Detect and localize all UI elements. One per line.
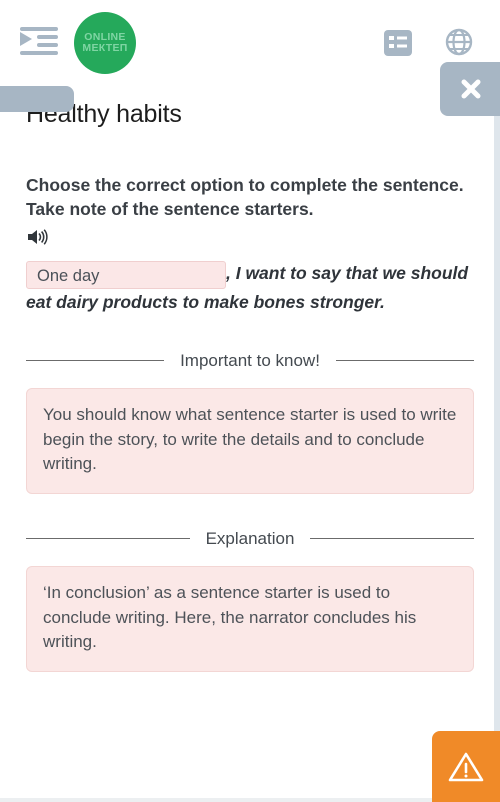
bottom-edge-strip (0, 798, 500, 802)
question-prompt: Choose the correct option to complete th… (26, 175, 464, 220)
speaker-icon[interactable] (26, 227, 48, 252)
onlinemektep-logo[interactable]: ONLINE МЕКТЕП (74, 12, 136, 74)
menu-bar (20, 27, 58, 31)
section-title: Explanation (205, 528, 295, 548)
right-edge-strip (494, 116, 500, 802)
lesson-content: Healthy habits Choose the correct option… (0, 82, 500, 672)
menu-bar (37, 43, 58, 47)
explanation-box: ‘In conclusion’ as a sentence starter is… (26, 565, 474, 672)
menu-bar (37, 35, 58, 39)
menu-triangle (20, 32, 32, 46)
list-icon[interactable] (384, 30, 412, 56)
audio-row (26, 227, 474, 252)
report-problem-button[interactable] (432, 731, 500, 802)
left-edge-tab[interactable] (0, 86, 74, 112)
globe-icon[interactable] (444, 27, 474, 57)
page-title: Healthy habits (26, 100, 182, 128)
divider-rule-left (26, 538, 190, 540)
close-button[interactable] (440, 62, 500, 116)
indent-menu-icon[interactable] (20, 26, 58, 56)
important-to-know-box: You should know what sentence starter is… (26, 387, 474, 494)
menu-bar (20, 51, 58, 55)
answer-select[interactable]: One day (26, 260, 226, 289)
answer-sentence: One day, I want to say that we should ea… (26, 260, 474, 316)
section-divider-important: Important to know! (26, 350, 474, 372)
close-icon (461, 79, 481, 99)
section-divider-explanation: Explanation (26, 528, 474, 550)
divider-rule-right (335, 360, 474, 362)
app-header: ONLINE МЕКТЕП (0, 0, 500, 116)
app-page: ONLINE МЕКТЕП Healthy habits Choose the … (0, 0, 500, 802)
divider-rule-right (310, 538, 474, 540)
divider-rule-left (26, 360, 165, 362)
warning-triangle-icon (448, 752, 484, 781)
logo-line-2: МЕКТЕП (82, 42, 128, 54)
section-title: Important to know! (180, 350, 320, 370)
